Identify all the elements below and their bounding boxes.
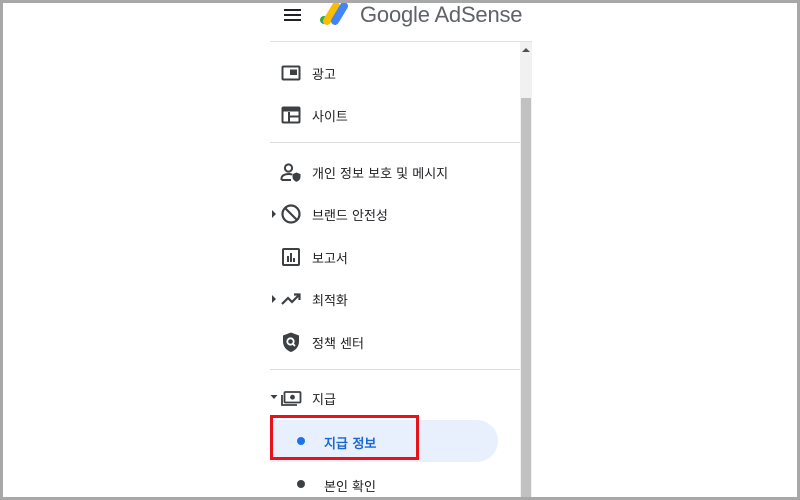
scrollbar[interactable] [520,42,532,500]
nav-item-label: 개인 정보 보호 및 메시지 [312,167,449,182]
policy-shield-icon [280,331,302,353]
nav-item-ads[interactable]: 광고 [270,54,520,92]
adsense-logo-icon [320,2,348,25]
block-icon [280,203,302,225]
payments-icon [280,387,302,409]
sites-icon [280,104,302,126]
nav-item-privacy-messaging[interactable]: 개인 정보 보호 및 메시지 [270,153,520,191]
nav-item-label: 정책 센터 [312,337,364,352]
navigation-panel: Google AdSense 광고 사이트 개인 정보 보호 및 메시지 브랜드… [270,0,532,500]
nav-item-label: 광고 [312,68,336,83]
ads-icon [280,62,302,84]
nav-item-label: 지급 [312,393,336,408]
scroll-up-arrow-icon[interactable] [522,48,530,52]
sub-item-identity-verification[interactable]: 본인 확인 [270,463,520,500]
nav-item-optimization[interactable]: 최적화 [270,280,520,318]
caret-down-icon[interactable] [270,394,278,400]
divider [270,142,520,143]
nav-item-label: 사이트 [312,110,348,125]
nav-item-label: 보고서 [312,252,348,267]
nav-item-brand-safety[interactable]: 브랜드 안전성 [270,195,520,233]
app-header: Google AdSense [270,0,532,42]
scrollbar-thumb[interactable] [521,98,531,500]
nav-item-label: 최적화 [312,294,348,309]
sub-item-label: 본인 확인 [324,480,376,495]
caret-right-icon[interactable] [271,209,277,219]
trending-up-icon [280,288,302,310]
reports-icon [280,246,302,268]
brand-name: Google AdSense [360,2,523,27]
nav-item-label: 브랜드 안전성 [312,209,388,224]
highlight-annotation-box [270,415,419,460]
hamburger-menu-icon[interactable] [284,9,302,23]
nav-item-sites[interactable]: 사이트 [270,96,520,134]
nav-item-policy-center[interactable]: 정책 센터 [270,323,520,361]
divider [270,369,520,370]
nav-item-payments[interactable]: 지급 [270,379,520,417]
nav-item-reports[interactable]: 보고서 [270,238,520,276]
caret-right-icon[interactable] [271,294,277,304]
privacy-messaging-icon [280,161,302,183]
bullet-dot-icon [297,480,305,488]
